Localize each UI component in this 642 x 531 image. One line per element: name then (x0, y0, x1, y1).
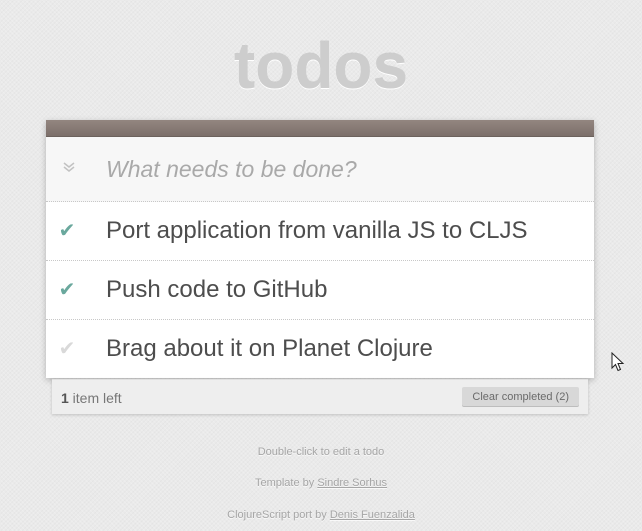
todo-item[interactable]: ✔ Port application from vanilla JS to CL… (46, 202, 594, 261)
app-title: todos (233, 30, 409, 102)
mouse-cursor-icon (611, 352, 625, 372)
todo-app: ✔ Port application from vanilla JS to CL… (46, 120, 594, 378)
port-credit-prefix: ClojureScript port by (227, 509, 330, 521)
template-author-link[interactable]: Sindre Sorhus (317, 477, 387, 489)
template-credit-prefix: Template by (254, 477, 318, 489)
clear-completed-button[interactable]: Clear completed (2) (462, 387, 579, 407)
edit-hint: Double-click to edit a todo (257, 446, 385, 458)
new-todo-input[interactable] (106, 151, 576, 187)
todo-label: Push code to GitHub (106, 276, 328, 303)
template-credit: Template by Sindre Sorhus (0, 477, 642, 489)
todo-label: Brag about it on Planet Clojure (106, 335, 433, 362)
items-left-number: 1 (61, 390, 69, 406)
new-todo-row (46, 137, 594, 202)
check-icon[interactable]: ✔ (56, 279, 78, 301)
port-author-link[interactable]: Denis Fuenzalida (330, 509, 415, 521)
toggle-all-icon[interactable] (58, 159, 80, 179)
todo-footer: 1 item left Clear completed (2) (52, 379, 588, 414)
todo-label: Port application from vanilla JS to CLJS (106, 217, 528, 244)
items-left-text: item left (68, 390, 122, 406)
port-credit: ClojureScript port by Denis Fuenzalida (0, 509, 642, 521)
check-icon[interactable]: ✔ (56, 338, 78, 360)
app-header-bar (46, 120, 594, 137)
todo-item[interactable]: ✔ Brag about it on Planet Clojure (46, 320, 594, 378)
todo-list-body: ✔ Port application from vanilla JS to CL… (46, 137, 594, 378)
check-icon[interactable]: ✔ (56, 220, 78, 242)
todo-item[interactable]: ✔ Push code to GitHub (46, 261, 594, 320)
items-left-count: 1 item left (61, 390, 122, 406)
